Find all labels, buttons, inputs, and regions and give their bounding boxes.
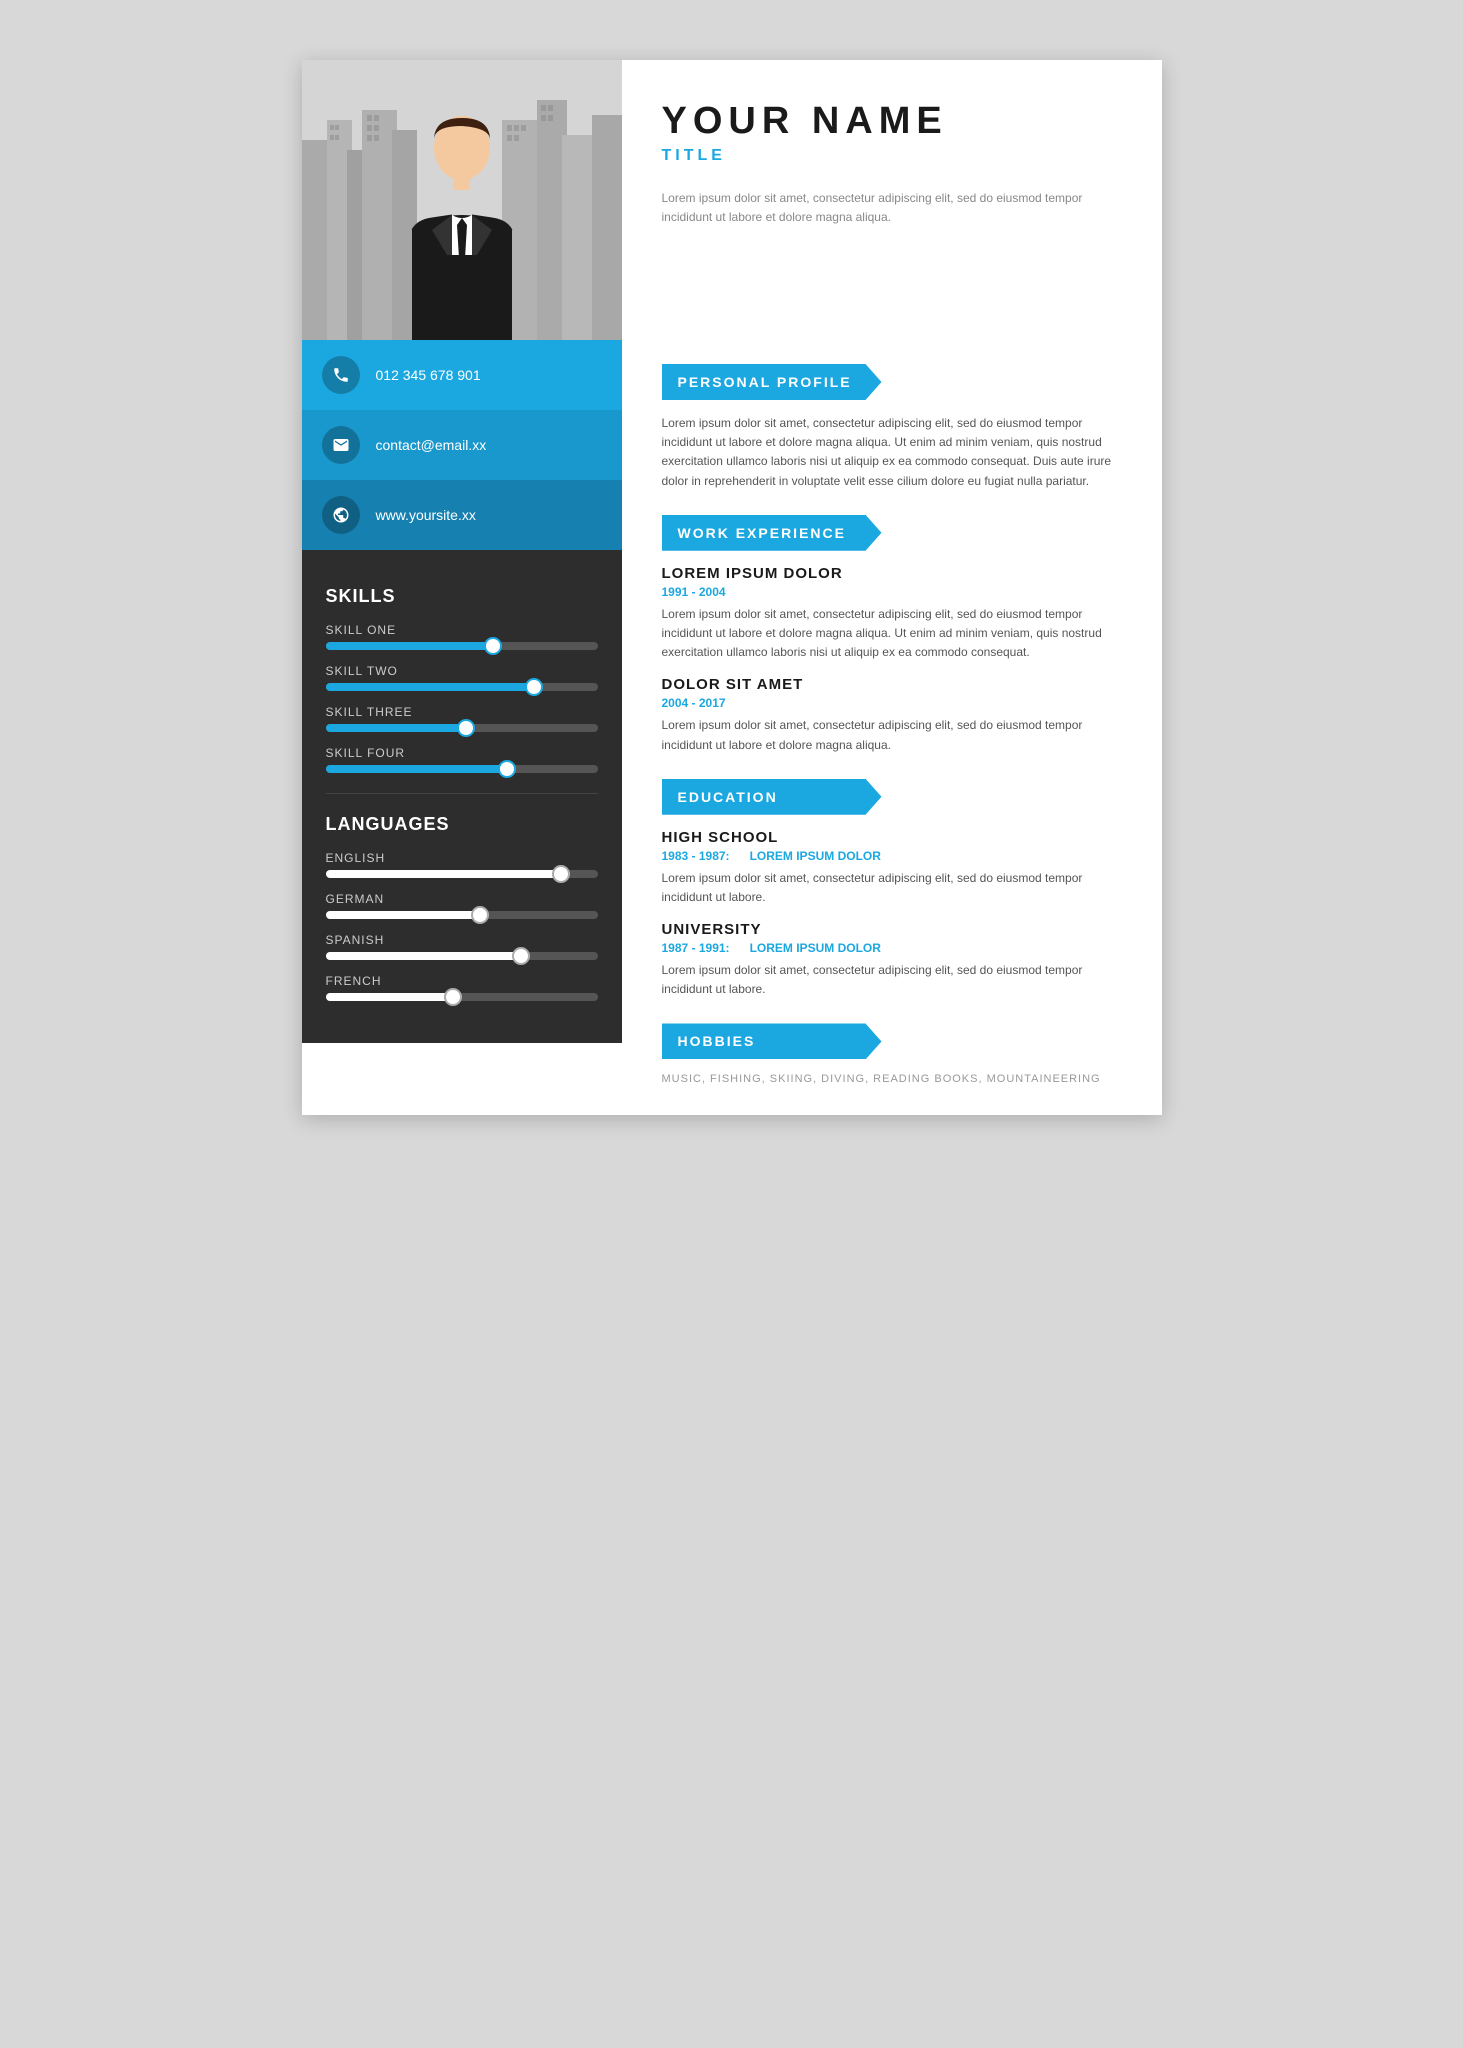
degree-title: HIGH SCHOOL [662,829,1122,846]
job-entry: DOLOR SIT AMET 2004 - 2017 Lorem ipsum d… [662,676,1122,754]
website-contact: www.yoursite.xx [302,480,622,550]
website-text: www.yoursite.xx [376,507,476,523]
photo-area [302,60,622,340]
phone-text: 012 345 678 901 [376,367,481,383]
work-experience-list: LOREM IPSUM DOLOR 1991 - 2004 Lorem ipsu… [662,565,1122,755]
skill-bar-background [326,765,598,773]
skill-bar-background [326,724,598,732]
personal-profile-text: Lorem ipsum dolor sit amet, consectetur … [662,414,1122,491]
job-date: 1991 - 2004 [662,585,1122,599]
skill-item: SKILL THREE [326,705,598,732]
skill-bar-fill [326,683,544,691]
language-item: GERMAN [326,892,598,919]
summary-text: Lorem ipsum dolor sit amet, consectetur … [662,189,1122,227]
languages-title: LANGUAGES [326,814,598,835]
skills-title: SKILLS [326,586,598,607]
job-date: 2004 - 2017 [662,696,1122,710]
skill-label: SKILL THREE [326,705,598,719]
language-label: ENGLISH [326,851,598,865]
personal-profile-title: PERSONAL PROFILE [662,364,882,400]
language-item: ENGLISH [326,851,598,878]
website-icon [322,496,360,534]
skill-item: SKILL TWO [326,664,598,691]
hobbies-header: HOBBIES [662,1023,1122,1059]
work-experience-title: WORK EXPERIENCE [662,515,882,551]
job-title: DOLOR SIT AMET [662,676,1122,693]
edu-description: Lorem ipsum dolor sit amet, consectetur … [662,961,1122,999]
personal-profile-header: PERSONAL PROFILE [662,364,1122,400]
hobbies-title: HOBBIES [662,1023,882,1059]
phone-icon [322,356,360,394]
language-bar-fill [326,870,571,878]
edu-description: Lorem ipsum dolor sit amet, consectetur … [662,869,1122,907]
edu-date-row: 1987 - 1991: LOREM IPSUM DOLOR [662,941,1122,955]
top-section: YOUR NAME TITLE Lorem ipsum dolor sit am… [302,60,1162,340]
job-description: Lorem ipsum dolor sit amet, consectetur … [662,716,1122,754]
education-list: HIGH SCHOOL 1983 - 1987: LOREM IPSUM DOL… [662,829,1122,1000]
email-text: contact@email.xx [376,437,487,453]
education-title: EDUCATION [662,779,882,815]
job-title: LOREM IPSUM DOLOR [662,565,1122,582]
skill-label: SKILL FOUR [326,746,598,760]
job-entry: LOREM IPSUM DOLOR 1991 - 2004 Lorem ipsu… [662,565,1122,663]
phone-contact: 012 345 678 901 [302,340,622,410]
contact-bar: 012 345 678 901 contact@email.xx [302,340,622,550]
degree-title: UNIVERSITY [662,921,1122,938]
language-bar-background [326,993,598,1001]
main-content: PERSONAL PROFILE Lorem ipsum dolor sit a… [622,340,1162,1115]
skill-label: SKILL ONE [326,623,598,637]
education-entry: UNIVERSITY 1987 - 1991: LOREM IPSUM DOLO… [662,921,1122,999]
email-contact: contact@email.xx [302,410,622,480]
skill-bar-background [326,683,598,691]
language-item: FRENCH [326,974,598,1001]
photo-column [302,60,622,340]
skills-list: SKILL ONE SKILL TWO SKILL THREE SKILL FO… [326,623,598,773]
edu-school: LOREM IPSUM DOLOR [750,849,881,863]
edu-date: 1983 - 1987: [662,849,730,863]
job-description: Lorem ipsum dolor sit amet, consectetur … [662,605,1122,663]
skill-bar-background [326,642,598,650]
language-bar-fill [326,911,489,919]
language-bar-fill [326,952,530,960]
skill-label: SKILL TWO [326,664,598,678]
language-bar-background [326,952,598,960]
sidebar-divider [326,793,598,794]
body-section: 012 345 678 901 contact@email.xx [302,340,1162,1115]
languages-list: ENGLISH GERMAN SPANISH FRENCH [326,851,598,1001]
edu-school: LOREM IPSUM DOLOR [750,941,881,955]
person-name: YOUR NAME [662,100,1122,143]
skill-bar-fill [326,765,516,773]
edu-date-row: 1983 - 1987: LOREM IPSUM DOLOR [662,849,1122,863]
education-entry: HIGH SCHOOL 1983 - 1987: LOREM IPSUM DOL… [662,829,1122,907]
language-label: GERMAN [326,892,598,906]
person-illustration [392,110,532,340]
language-bar-fill [326,993,462,1001]
skill-bar-fill [326,642,503,650]
hobbies-text: MUSIC, FISHING, SKIING, DIVING, READING … [662,1073,1122,1085]
name-column: YOUR NAME TITLE Lorem ipsum dolor sit am… [622,60,1162,340]
work-experience-header: WORK EXPERIENCE [662,515,1122,551]
language-item: SPANISH [326,933,598,960]
sidebar: SKILLS SKILL ONE SKILL TWO SKILL THREE S… [302,550,622,1043]
email-icon [322,426,360,464]
education-header: EDUCATION [662,779,1122,815]
skill-item: SKILL FOUR [326,746,598,773]
language-label: SPANISH [326,933,598,947]
language-bar-background [326,911,598,919]
language-label: FRENCH [326,974,598,988]
skill-item: SKILL ONE [326,623,598,650]
language-bar-background [326,870,598,878]
edu-date: 1987 - 1991: [662,941,730,955]
person-title: TITLE [662,147,1122,165]
skill-bar-fill [326,724,476,732]
left-panel: 012 345 678 901 contact@email.xx [302,340,622,1115]
resume-document: YOUR NAME TITLE Lorem ipsum dolor sit am… [302,60,1162,1115]
